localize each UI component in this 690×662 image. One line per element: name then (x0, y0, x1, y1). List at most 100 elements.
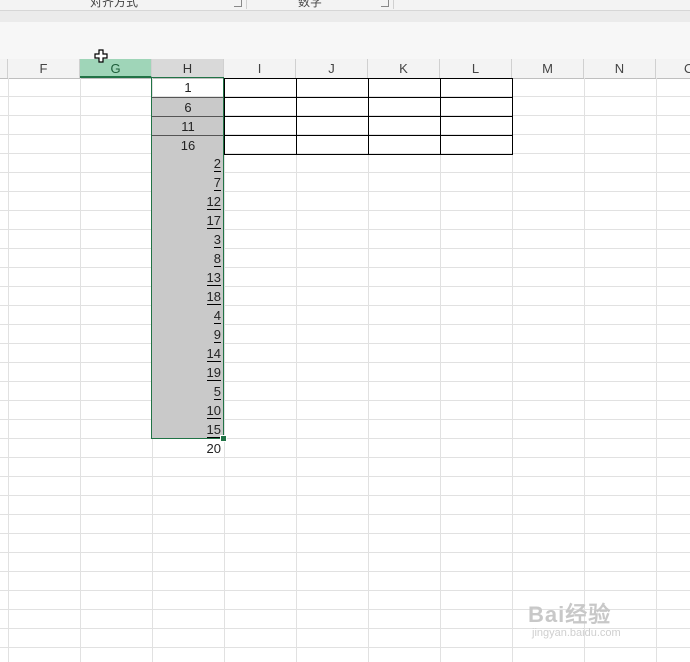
grid-row-line (0, 476, 690, 477)
move-cursor-icon (94, 49, 108, 63)
cell-h-value: 4 (213, 308, 221, 324)
bordered-cell[interactable] (296, 116, 369, 136)
cell-h[interactable]: 9 (152, 325, 224, 344)
grid-row-line (0, 229, 690, 230)
cell-h[interactable]: 10 (152, 401, 224, 420)
ribbon: 对齐方式 数字 (0, 0, 690, 10)
bordered-cell[interactable] (368, 135, 441, 155)
bordered-cell[interactable] (296, 78, 369, 98)
cell-h-value: 15 (206, 422, 221, 438)
cell-h-value: 17 (206, 213, 221, 229)
bordered-cell[interactable] (368, 116, 441, 136)
cell-h[interactable]: 1 (152, 78, 224, 97)
grid-row-line (0, 552, 690, 553)
cell-h-value: 9 (213, 327, 221, 343)
bordered-cell[interactable] (440, 78, 513, 98)
grid-row-line (0, 343, 690, 344)
grid-row-line (0, 172, 690, 173)
cell-h[interactable]: 6 (152, 97, 224, 116)
grid-row-line (0, 267, 690, 268)
cell-h[interactable]: 4 (152, 306, 224, 325)
cell-h[interactable]: 8 (152, 249, 224, 268)
column-header-partial[interactable] (0, 59, 8, 78)
grid-row-line (0, 362, 690, 363)
column-header-g[interactable]: G (80, 59, 152, 78)
alignment-dialog-launcher-icon[interactable] (234, 0, 242, 7)
grid-row-line (0, 191, 690, 192)
column-header-n[interactable]: N (584, 59, 656, 78)
cell-h[interactable]: 11 (152, 116, 224, 135)
bordered-cell[interactable] (224, 78, 297, 98)
column-header-i[interactable]: I (224, 59, 296, 78)
bordered-cell[interactable] (368, 78, 441, 98)
grid-row-line (0, 400, 690, 401)
number-dialog-launcher-icon[interactable] (381, 0, 389, 7)
cell-h[interactable]: 2 (152, 154, 224, 173)
column-header-k[interactable]: K (368, 59, 440, 78)
bordered-cell[interactable] (224, 116, 297, 136)
cell-grid[interactable]: 1 6 11 16 2 7 12 17 3 8 13 18 4 9 14 19 5 10 15 20 (0, 78, 690, 662)
bordered-cell[interactable] (368, 97, 441, 117)
cell-h[interactable]: 12 (152, 192, 224, 211)
watermark-brand: Bai经验 (528, 602, 612, 627)
cell-h[interactable]: 19 (152, 363, 224, 382)
column-header-h[interactable]: H (152, 59, 224, 78)
bordered-cell[interactable] (296, 97, 369, 117)
bordered-cell[interactable] (440, 116, 513, 136)
cell-h[interactable]: 7 (152, 173, 224, 192)
grid-row-line (0, 248, 690, 249)
bordered-cell[interactable] (296, 135, 369, 155)
cell-h[interactable]: 15 (152, 420, 224, 439)
column-header-f[interactable]: F (8, 59, 80, 78)
bordered-cell[interactable] (440, 97, 513, 117)
grid-row-line (0, 457, 690, 458)
cell-h-value: 7 (213, 175, 221, 191)
watermark-url: jingyan.baidu.com (532, 627, 621, 639)
fill-handle[interactable] (220, 435, 227, 442)
grid-row-line (0, 438, 690, 439)
column-header-m[interactable]: M (512, 59, 584, 78)
grid-row-line (0, 381, 690, 382)
cell-h-value: 3 (213, 232, 221, 248)
cell-h-value: 10 (206, 403, 221, 419)
bordered-cell[interactable] (440, 135, 513, 155)
cell-h[interactable]: 20 (152, 439, 224, 458)
cell-h-value: 14 (206, 346, 221, 362)
grid-row-line (0, 210, 690, 211)
cell-h-value: 12 (206, 194, 221, 210)
column-header-l[interactable]: L (440, 59, 512, 78)
cell-h-value: 13 (206, 270, 221, 286)
ribbon-group-alignment-label: 对齐方式 (90, 0, 139, 9)
ribbon-group-number-label: 数字 (298, 0, 323, 9)
grid-row-line (0, 419, 690, 420)
column-header-j[interactable]: J (296, 59, 368, 78)
grid-row-line (0, 286, 690, 287)
grid-row-line (0, 514, 690, 515)
bordered-cell[interactable] (224, 97, 297, 117)
cell-h[interactable]: 14 (152, 344, 224, 363)
grid-row-line (0, 495, 690, 496)
grid-row-line (0, 305, 690, 306)
column-header-o[interactable]: O (656, 59, 690, 78)
cell-h-value: 5 (213, 384, 221, 400)
grid-row-line (0, 571, 690, 572)
bordered-range-i-l[interactable] (224, 78, 513, 155)
cell-h-value: 8 (213, 251, 221, 267)
ribbon-gap (0, 11, 690, 22)
cell-h[interactable]: 5 (152, 382, 224, 401)
cell-h[interactable]: 16 (152, 135, 224, 154)
cell-h[interactable]: 3 (152, 230, 224, 249)
grid-row-line (0, 533, 690, 534)
grid-row-line (0, 324, 690, 325)
grid-row-line (0, 590, 690, 591)
cell-h-value: 2 (213, 156, 221, 172)
ribbon-separator (393, 0, 394, 9)
cell-h-value: 18 (206, 289, 221, 305)
ribbon-separator (246, 0, 247, 9)
cell-h-value: 19 (206, 365, 221, 381)
cell-h[interactable]: 18 (152, 287, 224, 306)
cell-h[interactable]: 13 (152, 268, 224, 287)
bordered-cell[interactable] (224, 135, 297, 155)
cell-h[interactable]: 17 (152, 211, 224, 230)
baidu-jingyan-watermark: Bai经验 jingyan.baidu.com (528, 597, 621, 639)
